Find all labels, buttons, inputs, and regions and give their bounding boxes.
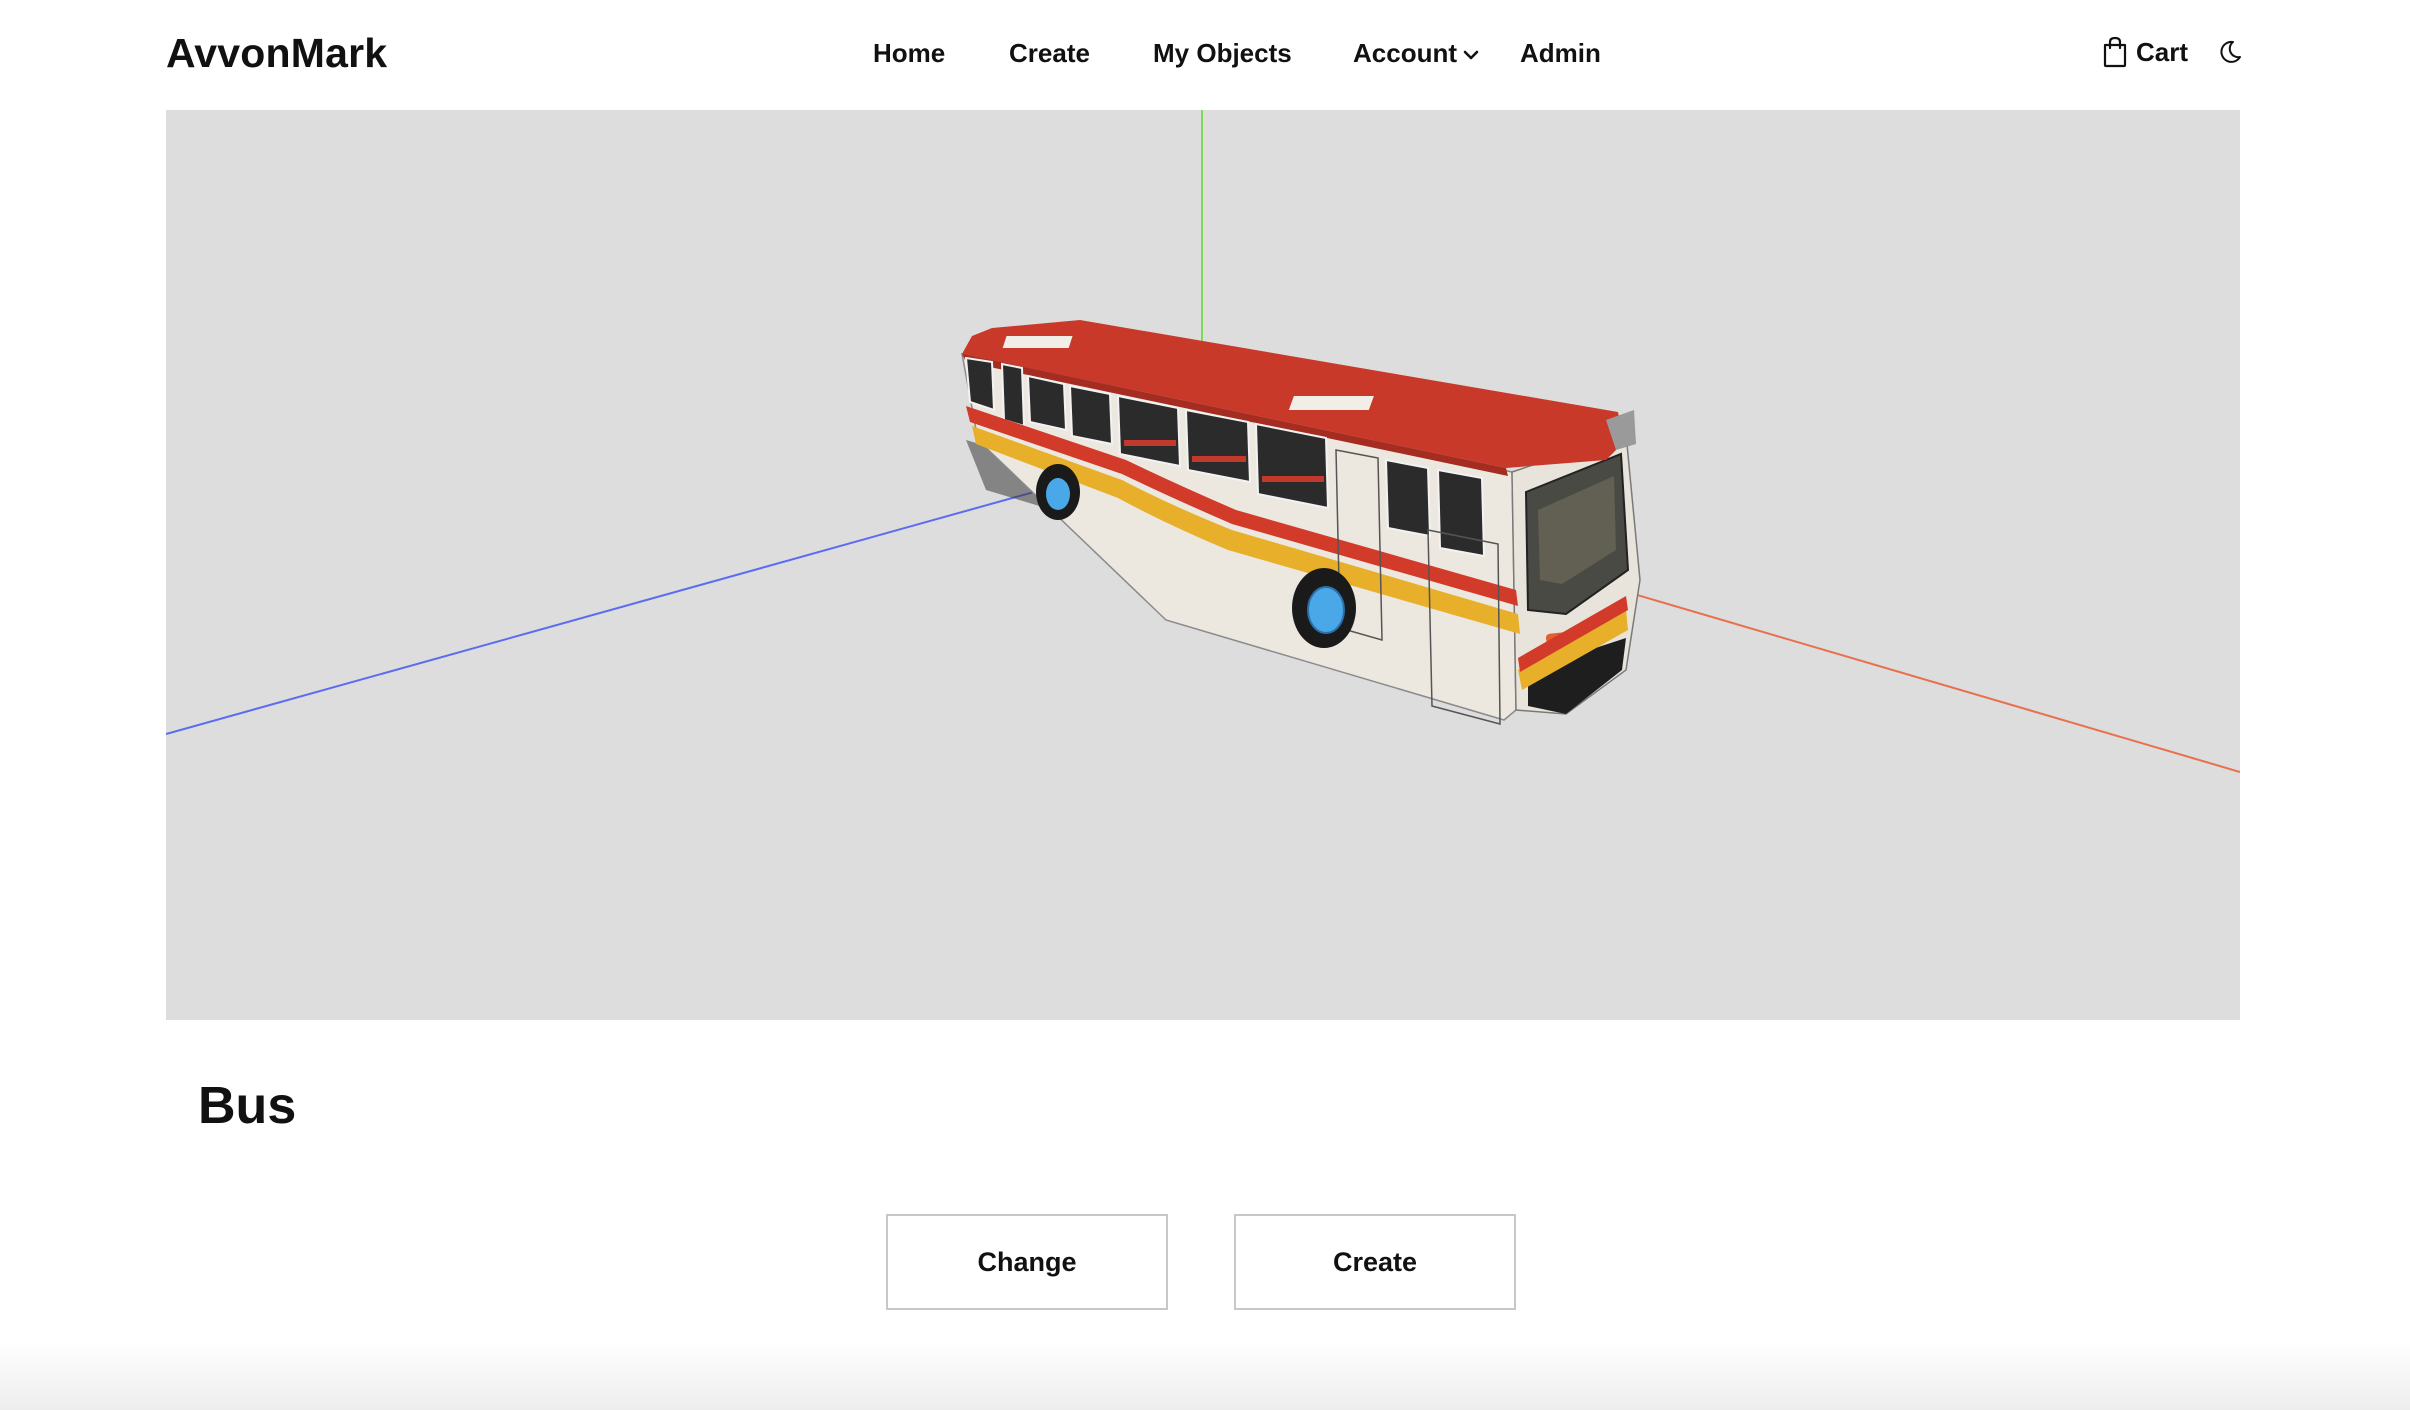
cart-label: Cart [2136, 36, 2189, 67]
nav-create-link[interactable]: Create [1009, 38, 1090, 69]
bus-rear-wheel [1036, 464, 1080, 520]
bottom-shadow [0, 1340, 2410, 1410]
nav-admin-link[interactable]: Admin [1520, 38, 1601, 69]
nav-account-label: Account [1353, 38, 1457, 68]
viewer-canvas[interactable] [166, 110, 2240, 1020]
object-title: Bus [198, 1077, 297, 1135]
page: AvvonMark Home Create My Objects Account… [0, 0, 2410, 1410]
nav-home-link[interactable]: Home [873, 38, 945, 69]
bus-model [961, 320, 1641, 725]
bus-front-wheel [1292, 568, 1356, 648]
chevron-down-icon [1463, 50, 1479, 60]
main-nav: Home Create My Objects Account Admin [0, 0, 2410, 108]
3d-model-viewer[interactable] [166, 110, 2240, 1020]
x-axis-line [1585, 579, 2240, 773]
nav-account-dropdown[interactable]: Account [1353, 38, 1479, 69]
nav-my-objects-link[interactable]: My Objects [1153, 38, 1292, 69]
moon-icon[interactable] [2216, 38, 2244, 66]
shopping-bag-icon [2103, 36, 2127, 68]
cart-button[interactable]: Cart [2102, 34, 2188, 70]
top-navigation-bar: AvvonMark Home Create My Objects Account… [0, 0, 2410, 108]
create-button[interactable]: Create [1234, 1214, 1516, 1310]
change-button[interactable]: Change [886, 1214, 1168, 1310]
